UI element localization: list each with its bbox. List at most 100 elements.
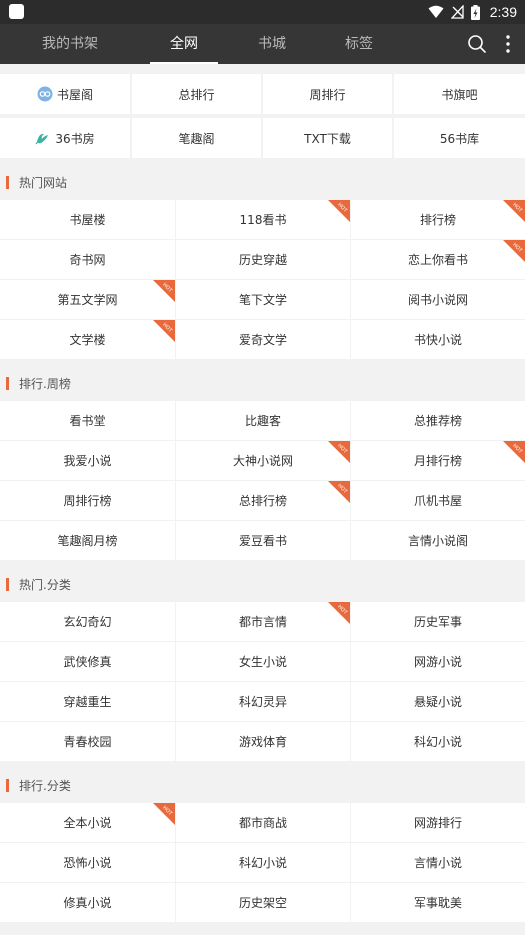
grid-item-label: 书屋楼	[69, 213, 106, 227]
grid-item[interactable]: 书屋楼	[0, 200, 175, 239]
grid-item[interactable]: 看书堂	[0, 401, 175, 440]
grid-item[interactable]: 月排行榜 HOT	[351, 441, 525, 480]
hot-badge-icon: HOT	[328, 602, 350, 624]
grid-item-label: 青春校园	[63, 735, 112, 749]
quick-link-txt-download[interactable]: TXT下载	[263, 118, 392, 158]
hot-badge-icon: HOT	[503, 200, 525, 222]
grid-item[interactable]: 都市商战	[176, 803, 350, 842]
grid-item-label: 历史军事	[413, 615, 462, 629]
grid-item-label: 网游小说	[413, 655, 462, 669]
grid-item[interactable]: 文学楼 HOT	[0, 320, 175, 359]
grid-item[interactable]: 笔下文学	[176, 280, 350, 319]
quick-links-row-2: 36书房 笔趣阁 TXT下载 56书库	[0, 118, 525, 158]
grid-item[interactable]: 周排行榜	[0, 481, 175, 520]
grid-item[interactable]: 历史军事	[351, 602, 525, 641]
section-header: 热门.分类	[0, 566, 525, 602]
grid-item[interactable]: 历史穿越	[176, 240, 350, 279]
grid-item-label: 游戏体育	[238, 735, 287, 749]
hot-badge-icon: HOT	[328, 441, 350, 463]
grid-item-label: 看书堂	[69, 414, 106, 428]
grid-item[interactable]: 修真小说	[0, 883, 175, 922]
tab-bookshelf[interactable]: 我的书架	[30, 24, 110, 64]
quick-link-shuqiba[interactable]: 书旗吧	[394, 74, 525, 114]
grid-item[interactable]: 总排行榜 HOT	[176, 481, 350, 520]
grid-item[interactable]: 科幻灵异	[176, 682, 350, 721]
quick-link-label: 书屋阁	[56, 87, 93, 102]
section-accent-bar	[6, 376, 9, 390]
grid-item-label: 第五文学网	[57, 293, 118, 307]
grid-item[interactable]: 军事耽美	[351, 883, 525, 922]
grid-item[interactable]: 科幻小说	[176, 843, 350, 882]
grid-item-label: 武侠修真	[63, 655, 112, 669]
quick-link-biquge[interactable]: 笔趣阁	[132, 118, 261, 158]
grid-item[interactable]: 恐怖小说	[0, 843, 175, 882]
grid-item-label: 言情小说阁	[407, 534, 468, 548]
grid-item[interactable]: 爱奇文学	[176, 320, 350, 359]
section-title: 热门网站	[19, 175, 68, 190]
section-header: 排行.周榜	[0, 365, 525, 401]
grid-item[interactable]: 游戏体育	[176, 722, 350, 761]
quick-link-36shufang[interactable]: 36书房	[0, 118, 130, 158]
tab-tags[interactable]: 标签	[319, 24, 399, 64]
grid-item-label: 军事耽美	[413, 896, 462, 910]
grid-item[interactable]: 言情小说阁	[351, 521, 525, 560]
grid-item[interactable]: 我爱小说	[0, 441, 175, 480]
grid-item[interactable]: 青春校园	[0, 722, 175, 761]
more-options-icon[interactable]	[496, 32, 520, 56]
grid-item-label: 爪机书屋	[413, 494, 462, 508]
grid-item-label: 文学楼	[69, 333, 106, 347]
hot-badge-icon: HOT	[153, 803, 175, 825]
grid-item[interactable]: 书快小说	[351, 320, 525, 359]
quick-link-total-rank[interactable]: 总排行	[132, 74, 261, 114]
grid-item[interactable]: 第五文学网 HOT	[0, 280, 175, 319]
grid-item[interactable]: 阅书小说网	[351, 280, 525, 319]
section-accent-bar	[6, 778, 9, 792]
grid-item[interactable]: 比趣客	[176, 401, 350, 440]
grid-item-label: 书快小说	[413, 333, 462, 347]
grid-item-label: 恐怖小说	[63, 856, 112, 870]
grid-item[interactable]: 总推荐榜	[351, 401, 525, 440]
quick-links-row-1: 书屋阁 总排行 周排行 书旗吧	[0, 74, 525, 114]
grid-item-label: 总推荐榜	[413, 414, 462, 428]
grid-item[interactable]: 科幻小说	[351, 722, 525, 761]
quick-link-label: 56书库	[439, 131, 480, 146]
hot-badge-icon: HOT	[503, 240, 525, 262]
grid-item[interactable]: 历史架空	[176, 883, 350, 922]
grid-item-label: 历史架空	[238, 896, 287, 910]
grid-item[interactable]: 穿越重生	[0, 682, 175, 721]
grid-item[interactable]: 悬疑小说	[351, 682, 525, 721]
grid-item[interactable]: 都市言情 HOT	[176, 602, 350, 641]
grid-item-label: 我爱小说	[63, 454, 112, 468]
grid-item[interactable]: 武侠修真	[0, 642, 175, 681]
search-icon[interactable]	[465, 32, 489, 56]
grid-item[interactable]: 排行榜 HOT	[351, 200, 525, 239]
grid-item-label: 恋上你看书	[407, 253, 468, 267]
section-title: 排行.分类	[19, 778, 71, 793]
grid-item[interactable]: 网游小说	[351, 642, 525, 681]
grid-item[interactable]: 言情小说	[351, 843, 525, 882]
shuwuge-logo-icon	[37, 86, 53, 102]
grid-item[interactable]: 恋上你看书 HOT	[351, 240, 525, 279]
status-bar: 2:39	[0, 0, 525, 24]
grid-item[interactable]: 玄幻奇幻	[0, 602, 175, 641]
grid-item[interactable]: 女生小说	[176, 642, 350, 681]
grid-item[interactable]: 大神小说网 HOT	[176, 441, 350, 480]
grid-item[interactable]: 爱豆看书	[176, 521, 350, 560]
grid-item[interactable]: 网游排行	[351, 803, 525, 842]
tab-bookstore[interactable]: 书城	[232, 24, 312, 64]
grid-item[interactable]: 笔趣阁月榜	[0, 521, 175, 560]
grid-item[interactable]: 全本小说 HOT	[0, 803, 175, 842]
hot-badge-icon: HOT	[153, 280, 175, 302]
grid-item[interactable]: 118看书 HOT	[176, 200, 350, 239]
grid-item[interactable]: 奇书网	[0, 240, 175, 279]
grid-item-label: 阅书小说网	[407, 293, 468, 307]
grid-item[interactable]: 爪机书屋	[351, 481, 525, 520]
tab-all-web[interactable]: 全网	[144, 24, 224, 64]
hot-badge-icon: HOT	[328, 481, 350, 503]
quick-link-56shuku[interactable]: 56书库	[394, 118, 525, 158]
top-nav: 我的书架 全网 书城 标签	[0, 24, 525, 64]
quick-link-shuwuge[interactable]: 书屋阁	[0, 74, 130, 114]
grid-item-label: 笔下文学	[238, 293, 287, 307]
quick-link-weekly-rank[interactable]: 周排行	[263, 74, 392, 114]
grid-item-label: 科幻小说	[413, 735, 462, 749]
